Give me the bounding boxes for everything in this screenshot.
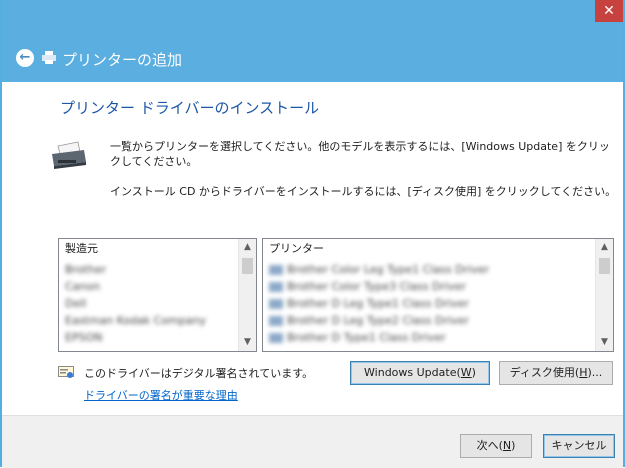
printer-icon xyxy=(42,51,56,64)
next-button[interactable]: 次へ(N) xyxy=(460,434,532,458)
manufacturer-list-items: Brother Canon Dell Eastman Kodak Company… xyxy=(59,261,206,346)
scroll-down-icon[interactable]: ▼ xyxy=(596,334,613,351)
scroll-up-icon[interactable]: ▲ xyxy=(596,239,613,256)
button-label: 次へ( xyxy=(476,439,503,452)
manufacturer-scrollbar[interactable]: ▲ ▼ xyxy=(238,239,256,351)
printer-list[interactable]: プリンター Brother Color Leg Type1 Class Driv… xyxy=(262,238,614,352)
list-item[interactable]: Dell xyxy=(59,295,206,312)
list-item[interactable]: Brother Color Type3 Class Driver xyxy=(263,278,489,295)
scroll-up-icon[interactable]: ▲ xyxy=(239,239,256,256)
manufacturer-list-header: 製造元 xyxy=(59,239,98,258)
list-item[interactable]: EPSON xyxy=(59,329,206,346)
title-bar: ✕ xyxy=(2,0,623,36)
scroll-down-icon[interactable]: ▼ xyxy=(239,334,256,351)
button-label-suffix: ) xyxy=(511,439,516,452)
cancel-button[interactable]: キャンセル xyxy=(543,434,615,458)
list-item-label: Brother D Type1 Class Driver xyxy=(287,331,446,344)
button-label: ディスク使用( xyxy=(509,366,580,379)
description-select-printer: 一覧からプリンターを選択してください。他のモデルを表示するには、[Windows… xyxy=(110,140,610,168)
accelerator-key: W xyxy=(460,366,472,379)
back-arrow-icon[interactable]: ← xyxy=(16,49,34,67)
printer-list-items: Brother Color Leg Type1 Class Driver Bro… xyxy=(263,261,489,346)
printer-icon-large xyxy=(52,141,86,169)
close-icon: ✕ xyxy=(603,3,615,19)
navigation-bar: ← プリンターの追加 xyxy=(2,36,623,82)
driver-icon xyxy=(269,265,283,275)
driver-icon xyxy=(269,282,283,292)
printer-scrollbar[interactable]: ▲ ▼ xyxy=(595,239,613,351)
have-disk-button[interactable]: ディスク使用(H)... xyxy=(499,361,613,385)
windows-update-button[interactable]: Windows Update(W) xyxy=(350,361,490,385)
list-item[interactable]: Brother D Type1 Class Driver xyxy=(263,329,489,346)
printer-list-header: プリンター xyxy=(263,239,324,258)
signature-status: このドライバーはデジタル署名されています。 xyxy=(84,367,314,380)
list-item-label: Brother Color Leg Type1 Class Driver xyxy=(287,263,490,276)
list-item[interactable]: Eastman Kodak Company xyxy=(59,312,206,329)
scroll-thumb[interactable] xyxy=(242,258,253,274)
button-label-suffix: )... xyxy=(587,366,603,379)
accelerator-key: N xyxy=(502,439,512,452)
list-item[interactable]: Brother D Leg Type2 Class Driver xyxy=(263,312,489,329)
list-item[interactable]: Canon xyxy=(59,278,206,295)
button-label: Windows Update( xyxy=(364,366,461,379)
list-item-label: Brother D Leg Type1 Class Driver xyxy=(287,297,469,310)
driver-icon xyxy=(269,299,283,309)
list-item-label: Brother Color Type3 Class Driver xyxy=(287,280,466,293)
list-item-label: Brother D Leg Type2 Class Driver xyxy=(287,314,469,327)
list-item[interactable]: Brother D Leg Type1 Class Driver xyxy=(263,295,489,312)
list-item[interactable]: Brother Color Leg Type1 Class Driver xyxy=(263,261,489,278)
accelerator-key: H xyxy=(579,366,588,379)
list-item[interactable]: Brother xyxy=(59,261,206,278)
add-printer-window: ✕ ← プリンターの追加 プリンター ドライバーのインストール 一覧からプリンタ… xyxy=(0,0,625,468)
signed-driver-icon xyxy=(58,366,74,378)
manufacturer-list[interactable]: 製造元 Brother Canon Dell Eastman Kodak Com… xyxy=(58,238,257,352)
driver-icon xyxy=(269,333,283,343)
button-label-suffix: ) xyxy=(471,366,476,379)
description-install-from-disk: インストール CD からドライバーをインストールするには、[ディスク使用] をク… xyxy=(110,185,617,198)
signature-info-link[interactable]: ドライバーの署名が重要な理由 xyxy=(84,387,238,403)
window-title: プリンターの追加 xyxy=(62,51,183,69)
close-button[interactable]: ✕ xyxy=(595,0,623,22)
driver-icon xyxy=(269,316,283,326)
scroll-thumb[interactable] xyxy=(599,258,610,274)
page-heading: プリンター ドライバーのインストール xyxy=(60,99,320,117)
